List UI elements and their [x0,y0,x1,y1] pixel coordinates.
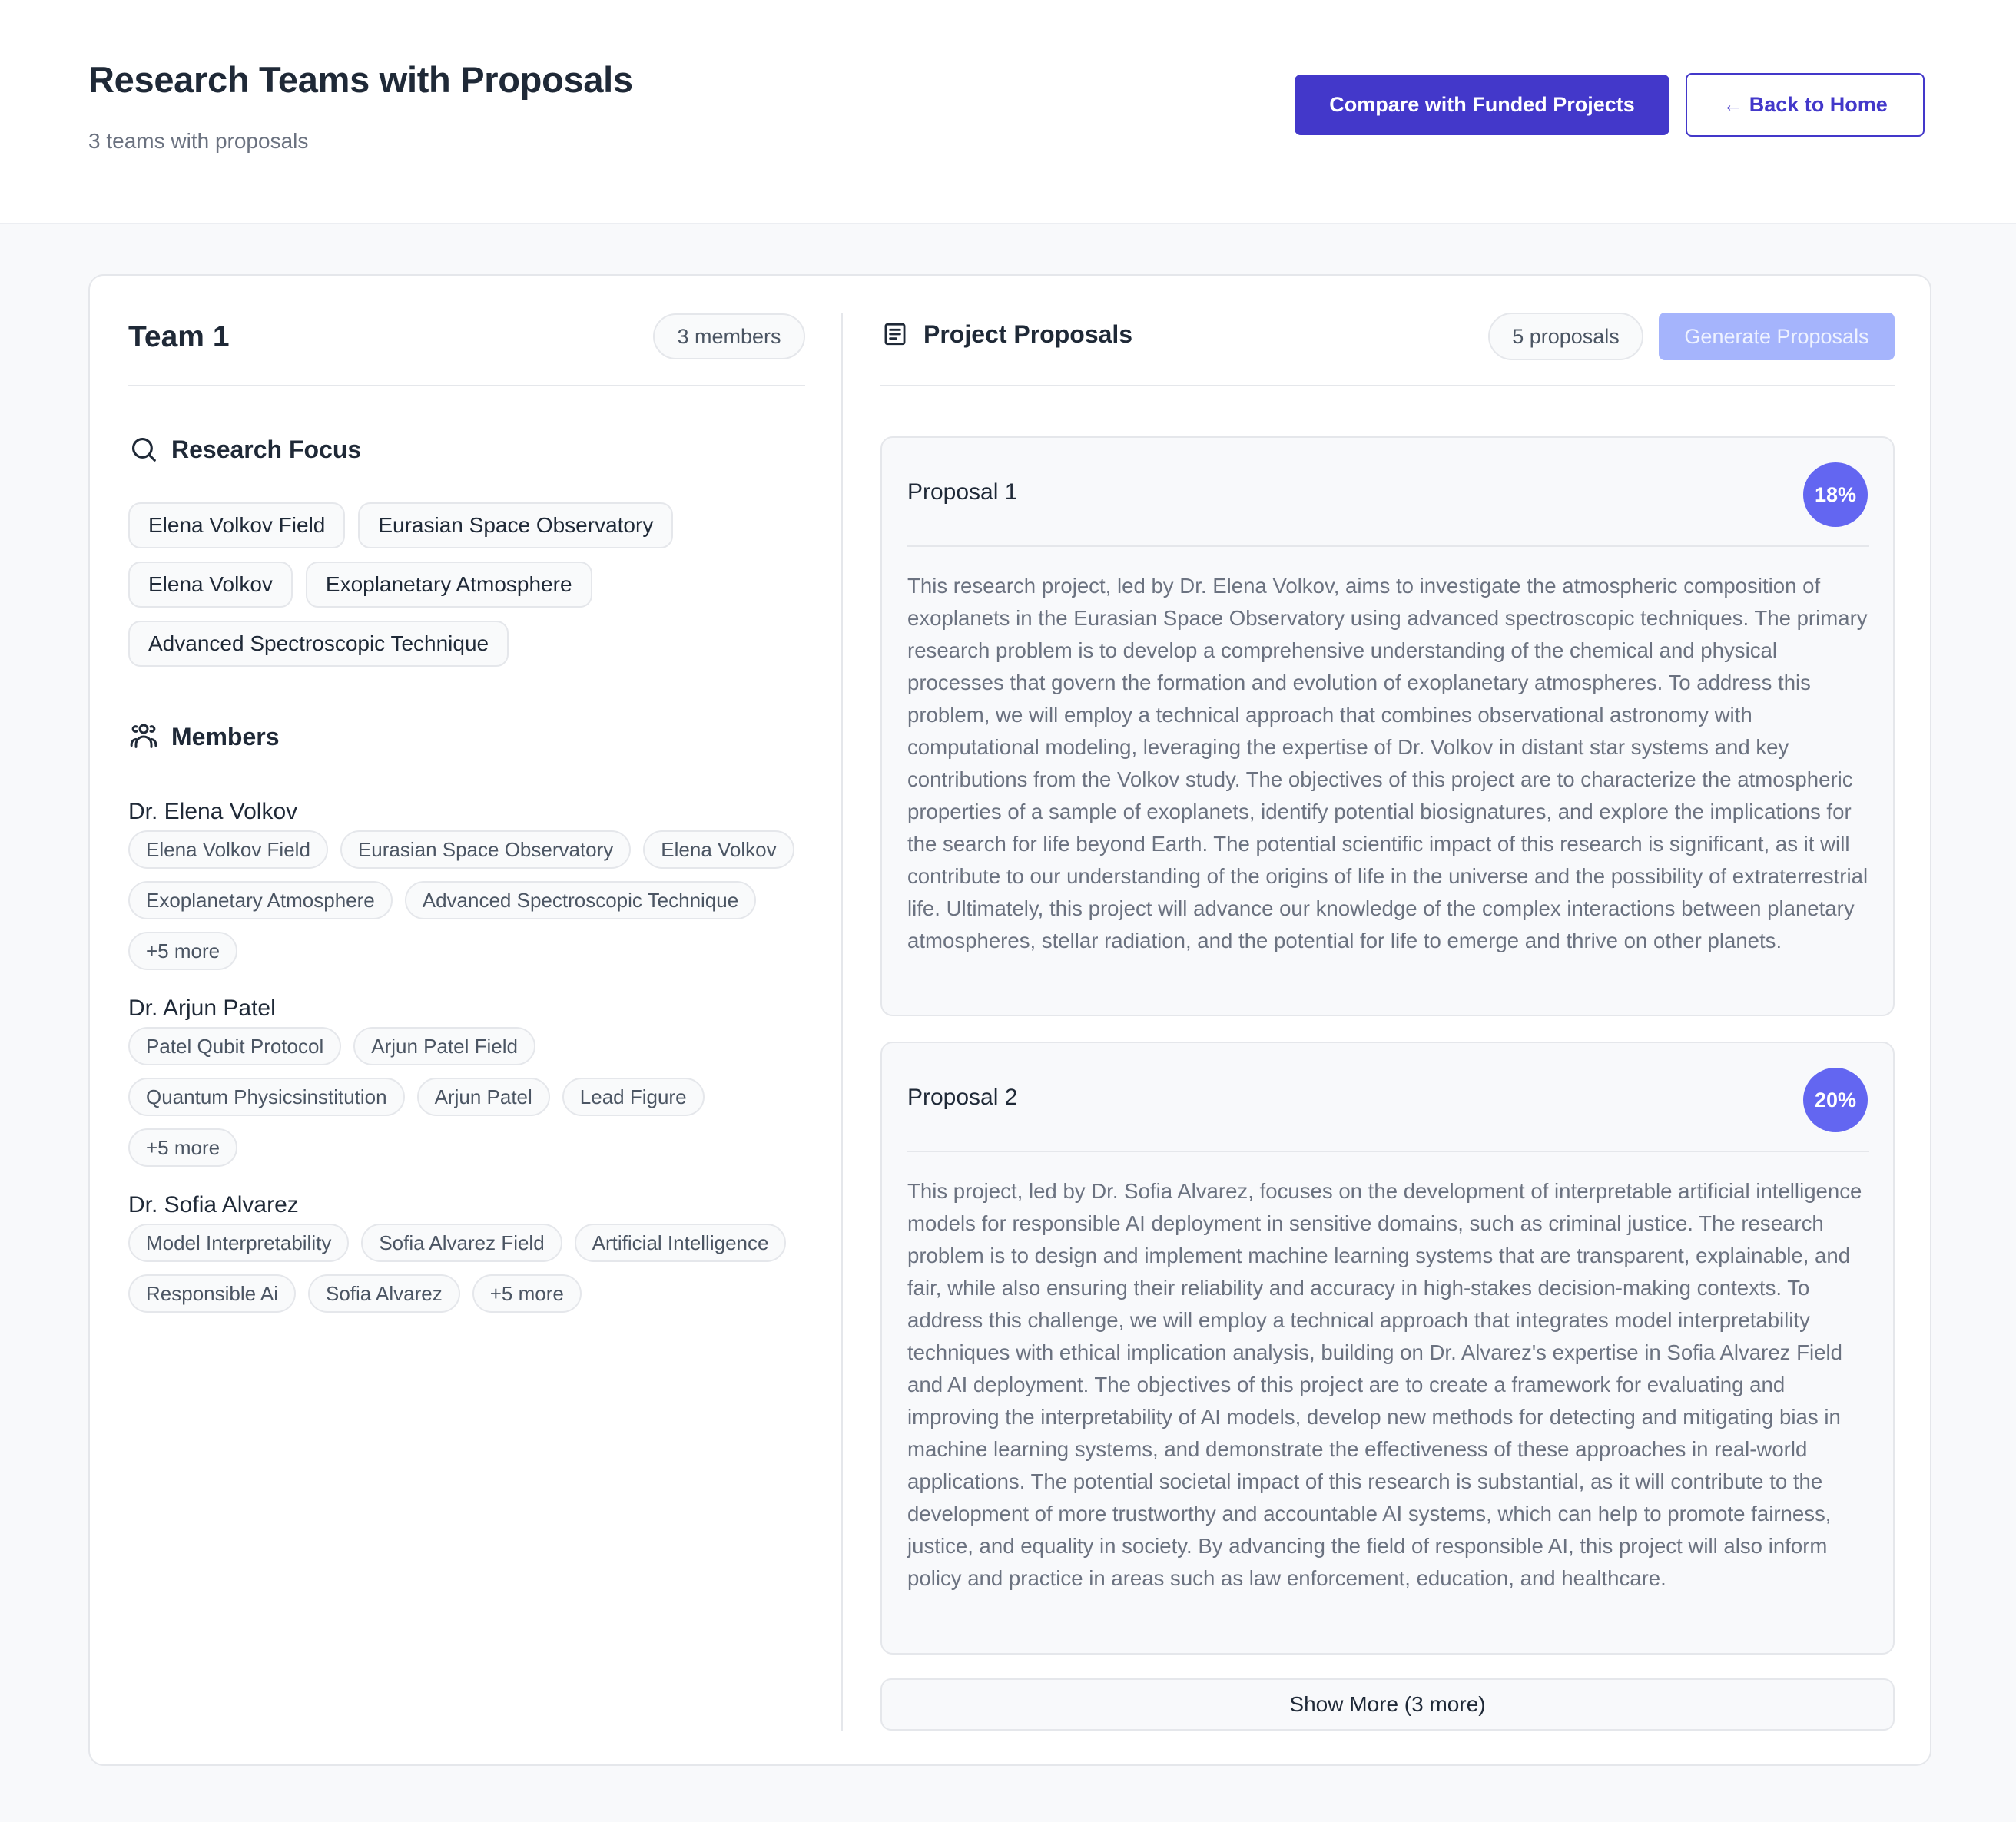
member-tag: Artificial Intelligence [574,1224,787,1262]
members-heading: Members [128,721,280,752]
document-icon [880,320,910,349]
search-icon [128,434,159,465]
member-tag: Arjun Patel Field [353,1027,536,1065]
compare-funded-projects-button[interactable]: Compare with Funded Projects [1295,75,1670,135]
member-tag: Sofia Alvarez Field [361,1224,562,1262]
member-tags: Patel Qubit Protocol Arjun Patel Field Q… [128,1027,805,1167]
member-tag: Elena Volkov Field [128,830,328,869]
back-to-home-button[interactable]: ← Back to Home [1686,73,1925,137]
member-tag: Advanced Spectroscopic Technique [404,881,757,919]
research-focus-label: Research Focus [171,435,362,463]
page-subtitle: 3 teams with proposals [88,129,309,153]
member-tag: Quantum Physicsinstitution [128,1078,405,1116]
member-tag: Sofia Alvarez [308,1274,460,1313]
show-more-button[interactable]: Show More (3 more) [880,1678,1895,1731]
column-divider [841,313,843,1731]
divider [880,385,1895,386]
team-title: Team 1 [128,320,230,353]
proposal-card: Proposal 1 18% This research project, le… [880,436,1895,1016]
focus-tag: Exoplanetary Atmosphere [305,562,592,608]
member-item: Dr. Elena Volkov Elena Volkov Field Eura… [128,795,805,970]
research-focus-tags: Elena Volkov Field Eurasian Space Observ… [128,502,805,667]
members-count-badge: 3 members [653,313,805,359]
member-tag: Lead Figure [562,1078,705,1116]
member-tag: Responsible Ai [128,1274,296,1313]
research-focus-heading: Research Focus [128,434,361,465]
divider [907,545,1869,547]
members-list: Dr. Elena Volkov Elena Volkov Field Eura… [128,795,805,1334]
more-tags-badge: +5 more [128,1128,238,1167]
score-badge: 20% [1803,1068,1868,1132]
page-title: Research Teams with Proposals [88,59,633,100]
member-tag: Eurasian Space Observatory [340,830,632,869]
member-tags: Model Interpretability Sofia Alvarez Fie… [128,1224,805,1313]
proposals-count-badge: 5 proposals [1488,313,1643,360]
more-tags-badge: +5 more [472,1274,582,1313]
focus-tag: Elena Volkov [128,562,293,608]
project-proposals-heading: Project Proposals [880,320,1132,349]
page-header: Research Teams with Proposals 3 teams wi… [0,0,2016,224]
score-badge: 18% [1803,462,1868,527]
member-tag: Model Interpretability [128,1224,350,1262]
member-name: Dr. Sofia Alvarez [128,1192,299,1217]
member-tags: Elena Volkov Field Eurasian Space Observ… [128,830,805,970]
proposal-body: This project, led by Dr. Sofia Alvarez, … [907,1179,1862,1590]
member-name: Dr. Arjun Patel [128,995,276,1021]
member-item: Dr. Arjun Patel Patel Qubit Protocol Arj… [128,992,805,1167]
member-tag: Exoplanetary Atmosphere [128,881,393,919]
members-label: Members [171,722,280,750]
users-icon [128,721,159,752]
more-tags-badge: +5 more [128,932,238,970]
member-tag: Patel Qubit Protocol [128,1027,342,1065]
proposal-body: This research project, led by Dr. Elena … [907,574,1868,952]
member-item: Dr. Sofia Alvarez Model Interpretability… [128,1188,805,1313]
member-tag: Elena Volkov [643,830,794,869]
divider [907,1151,1869,1152]
focus-tag: Eurasian Space Observatory [358,502,674,548]
member-tag: Arjun Patel [416,1078,550,1116]
divider [128,385,805,386]
proposal-title: Proposal 1 [907,479,1018,505]
focus-tag: Advanced Spectroscopic Technique [128,621,509,667]
project-proposals-label: Project Proposals [923,320,1133,348]
focus-tag: Elena Volkov Field [128,502,346,548]
member-name: Dr. Elena Volkov [128,799,298,824]
team-card: Team 1 3 members Research Focus Elena Vo… [88,274,1931,1766]
generate-proposals-button[interactable]: Generate Proposals [1659,313,1895,360]
proposal-card: Proposal 2 20% This project, led by Dr. … [880,1042,1895,1655]
proposal-title: Proposal 2 [907,1085,1018,1110]
